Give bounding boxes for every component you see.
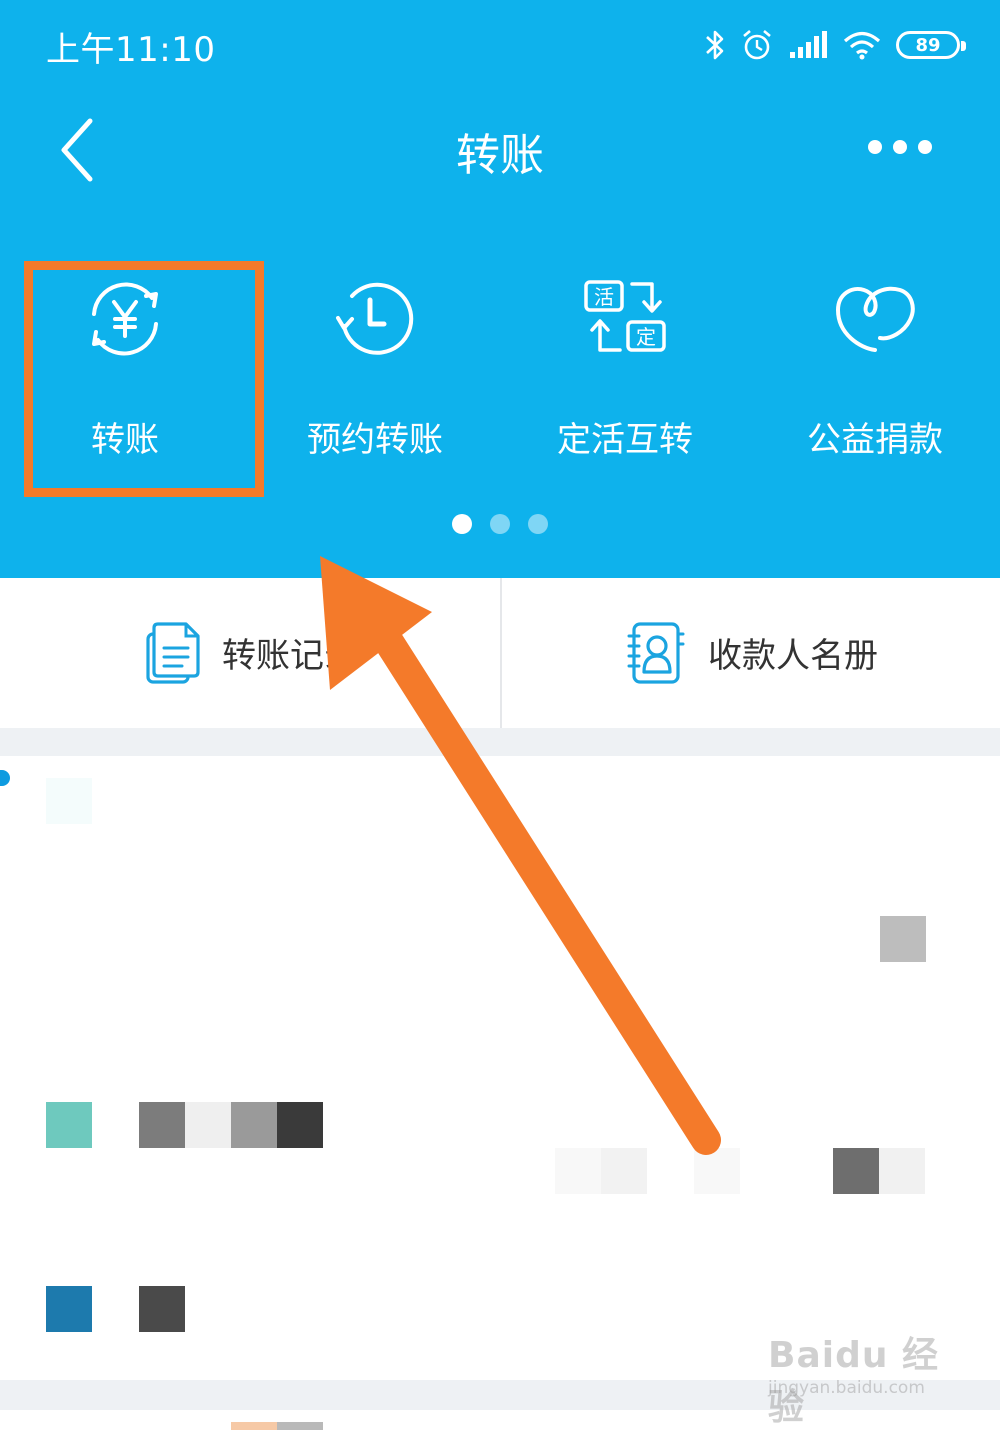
redacted-block — [880, 916, 926, 962]
redacted-block — [231, 1102, 277, 1148]
page-dot-active[interactable] — [452, 514, 472, 534]
battery-indicator: 89 — [896, 31, 966, 59]
fixed-current-swap-icon: 活 定 — [584, 280, 666, 352]
status-bar: 上午11:10 89 — [0, 0, 1000, 90]
feature-label: 转账 — [91, 420, 159, 460]
shortcut-label: 转账记录 — [222, 636, 358, 676]
redacted-block — [231, 1422, 277, 1430]
redacted-block — [833, 1148, 879, 1194]
signal-icon — [790, 31, 827, 58]
heart-icon — [835, 286, 915, 352]
redacted-block — [601, 1148, 647, 1194]
feature-fixed-current-swap[interactable]: 活 定 定活互转 — [500, 262, 750, 482]
payee-list-button[interactable]: 收款人名册 — [500, 578, 1000, 728]
feature-grid: 转账 预约转账 活 定 定活互转 公益捐款 — [0, 262, 1000, 482]
redacted-block — [185, 1102, 231, 1148]
section-divider — [0, 728, 1000, 756]
status-icons: 89 — [704, 24, 966, 66]
redacted-block — [46, 1102, 92, 1148]
alarm-icon — [743, 30, 771, 60]
redacted-block — [46, 1286, 92, 1332]
redacted-block — [277, 1102, 323, 1148]
transfer-records-button[interactable]: 转账记录 — [0, 578, 500, 728]
redacted-block — [555, 1148, 601, 1194]
more-dot — [918, 140, 932, 154]
feature-transfer[interactable]: 转账 — [0, 262, 250, 482]
page-dot[interactable] — [490, 514, 510, 534]
page-indicator — [0, 514, 1000, 534]
shortcut-label: 收款人名册 — [708, 636, 878, 676]
shortcut-row: 转账记录 收款人名册 — [0, 578, 1000, 728]
redacted-block — [139, 1102, 185, 1148]
yuan-cycle-icon — [92, 282, 158, 356]
more-dot — [868, 140, 882, 154]
redacted-block — [46, 778, 92, 824]
page-dot[interactable] — [528, 514, 548, 534]
redacted-block — [277, 1422, 323, 1430]
page-title: 转账 — [456, 130, 544, 181]
feature-scheduled-transfer[interactable]: 预约转账 — [250, 262, 500, 482]
contact-book-icon — [627, 622, 685, 684]
redacted-block — [694, 1148, 740, 1194]
baidu-watermark: Baidu 经验 jingyan.baidu.com — [768, 1320, 968, 1428]
feature-label: 预约转账 — [307, 420, 443, 460]
scroll-indicator — [0, 770, 10, 786]
watermark-url: jingyan.baidu.com — [768, 1378, 925, 1398]
wifi-icon — [843, 31, 881, 60]
header: 上午11:10 89 转账 转账 预约转账 活 定 定活互转 公益捐款 — [0, 0, 1000, 578]
document-icon — [146, 622, 200, 684]
clock-icon — [336, 282, 414, 355]
svg-text:定: 定 — [636, 325, 656, 349]
redacted-block — [139, 1286, 185, 1332]
svg-text:活: 活 — [594, 285, 614, 309]
more-dot — [893, 140, 907, 154]
more-button[interactable] — [868, 133, 932, 161]
feature-charity-donation[interactable]: 公益捐款 — [750, 262, 1000, 482]
bluetooth-icon — [706, 30, 724, 60]
feature-label: 公益捐款 — [807, 420, 943, 460]
redacted-block — [879, 1148, 925, 1194]
nav-bar: 转账 — [0, 95, 1000, 205]
status-time: 上午11:10 — [46, 30, 216, 70]
transfer-page: 上午11:10 89 转账 转账 预约转账 活 定 定活互转 公益捐款 转账记录… — [0, 0, 1000, 1430]
feature-label: 定活互转 — [557, 420, 693, 460]
